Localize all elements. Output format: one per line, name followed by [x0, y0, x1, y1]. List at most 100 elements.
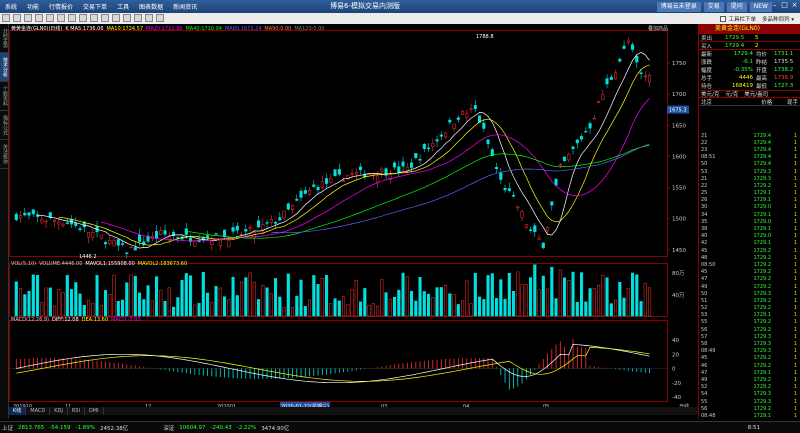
- back-icon[interactable]: [2, 14, 10, 22]
- left-sidebar: 分时走势 技术分析 个股资料 指标公式 关注板块: [0, 24, 9, 419]
- indicator-tab[interactable]: KDJ: [50, 407, 68, 415]
- volume-bar: [529, 277, 533, 317]
- multi-variety-toggle[interactable]: 多品种同列 ▾: [762, 15, 794, 23]
- overlay-button[interactable]: 叠加商品: [648, 25, 668, 32]
- close-icon[interactable]: ×: [791, 1, 798, 9]
- volume-bar: [121, 299, 125, 317]
- help-icon[interactable]: [156, 14, 164, 22]
- new-button[interactable]: NEW: [749, 1, 772, 12]
- candle-body: [65, 222, 69, 224]
- menu-item[interactable]: 新闻资讯: [168, 2, 202, 11]
- stat-label: 最低: [756, 84, 768, 90]
- indicator-label: MAVOL1:155908.00: [85, 261, 135, 267]
- candle-body: [252, 232, 256, 239]
- candle-body: [99, 234, 103, 239]
- tick-time: 25: [701, 190, 708, 197]
- indicator-tab[interactable]: RSI: [68, 407, 86, 415]
- draw-icon[interactable]: [90, 14, 98, 22]
- volume-bar: [40, 302, 44, 317]
- tool-icon[interactable]: [79, 14, 87, 22]
- volume-bar: [354, 280, 358, 317]
- volume-bar: [550, 266, 554, 317]
- sidebar-tab[interactable]: 分时走势: [0, 24, 9, 53]
- candle-body: [61, 223, 65, 226]
- list-icon[interactable]: [57, 14, 65, 22]
- sidebar-tab[interactable]: 关注板块: [0, 140, 9, 169]
- tick-table[interactable]: 21 1729.4 1 22 1729.4 1 23 1729.4 1 08:51 1729.4 1 5…: [699, 132, 800, 419]
- indicator-tab[interactable]: DMI: [85, 407, 104, 415]
- volume-bar: [435, 287, 439, 317]
- volume-bar: [588, 288, 592, 317]
- cloud-login-button[interactable]: 博易云未登录: [656, 1, 701, 12]
- menu-item[interactable]: 系统: [0, 2, 22, 11]
- print-icon[interactable]: [134, 14, 142, 22]
- sidebar-tab[interactable]: 指标公式: [0, 111, 9, 140]
- tick-row: 38 1729.1 1: [699, 225, 800, 232]
- volume-bar: [214, 286, 218, 317]
- settings-icon[interactable]: [123, 14, 131, 22]
- tick-volume: 1: [793, 190, 797, 197]
- current-price-label: 1675.3: [669, 108, 687, 114]
- tick-time: 22: [701, 139, 708, 146]
- volume-bar: [371, 303, 375, 317]
- tick-price: 1729.2: [753, 384, 772, 391]
- refresh-icon[interactable]: [24, 14, 32, 22]
- price-axis-label: 1600: [672, 154, 686, 160]
- menu-item[interactable]: 行情报价: [44, 2, 78, 11]
- volume-bar: [601, 274, 605, 317]
- maximize-icon[interactable]: □: [781, 1, 788, 9]
- candle-body: [422, 144, 426, 149]
- tick-volume: 1: [793, 312, 797, 319]
- tick-price: 1729.3: [753, 348, 772, 355]
- window-icon[interactable]: [145, 14, 153, 22]
- minimize-icon[interactable]: –: [771, 1, 778, 9]
- tick-price: 1729.0: [753, 218, 772, 225]
- candle-body: [631, 44, 635, 50]
- candle-body: [520, 211, 524, 218]
- tick-price: 1729.2: [753, 405, 772, 412]
- volume-bar: [631, 272, 635, 317]
- volume-bar: [150, 300, 154, 317]
- tick-price: 1729.3: [753, 290, 772, 297]
- tick-time: 52: [701, 384, 708, 391]
- stat-value: 1735.5: [774, 59, 794, 65]
- zoom-in-icon[interactable]: [101, 14, 109, 22]
- chart-icon[interactable]: [46, 14, 54, 22]
- news-icon[interactable]: [68, 14, 76, 22]
- tick-row: 26 1729.1 1: [699, 197, 800, 204]
- trade-button[interactable]: 交易: [703, 1, 724, 12]
- sidebar-tab[interactable]: 技术分析: [0, 53, 9, 82]
- candle-body: [554, 178, 558, 186]
- stat-value: -6.1: [742, 59, 753, 65]
- volume-bar: [329, 303, 333, 317]
- volume-bar: [316, 284, 320, 317]
- volume-bar: [286, 273, 290, 317]
- kline-chart[interactable]: 1750 1700 1650 1600 1550 1500 1450 1675.3 80万 40万…: [9, 24, 698, 407]
- menu-item[interactable]: 工具: [112, 2, 134, 11]
- menu-item[interactable]: 交易下单: [78, 2, 112, 11]
- candle-body: [495, 166, 499, 170]
- quote-icon[interactable]: [35, 14, 43, 22]
- chart-area[interactable]: 1750 1700 1650 1600 1550 1500 1450 1675.3 80万 40万…: [9, 24, 698, 419]
- buy-row[interactable]: 买入 1729.4 2: [699, 42, 800, 50]
- candle-body: [278, 217, 282, 221]
- volume-bar: [554, 298, 558, 317]
- quote-row: 幅度 -0.35% 开盘 1738.2: [699, 66, 800, 74]
- volume-bar: [65, 275, 69, 317]
- trading-toolbar-label: 工具栏下单: [728, 16, 756, 23]
- indicator-tab[interactable]: MACD: [26, 407, 51, 415]
- indicator-tab[interactable]: K线: [9, 407, 27, 415]
- trading-toolbar-toggle[interactable]: 工具栏下单: [720, 15, 756, 23]
- zoom-out-icon[interactable]: [112, 14, 120, 22]
- menu-item[interactable]: 图表数据: [134, 2, 168, 11]
- candle-body: [533, 225, 537, 233]
- sidebar-tab[interactable]: 个股资料: [0, 82, 9, 111]
- volume-bar: [206, 292, 210, 317]
- candle-body: [342, 180, 346, 182]
- menu-item[interactable]: 功能: [22, 2, 44, 11]
- macd-axis-label: -40: [672, 395, 681, 401]
- tick-price: 1729.2: [753, 247, 772, 254]
- help-button[interactable]: 提问: [726, 1, 747, 12]
- forward-icon[interactable]: [13, 14, 21, 22]
- volume-bar: [142, 299, 146, 317]
